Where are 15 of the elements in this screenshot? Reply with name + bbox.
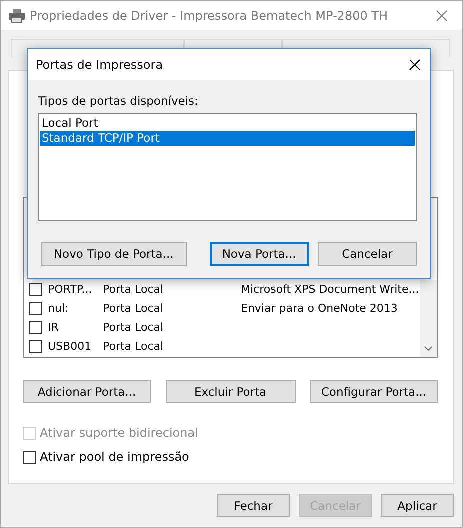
table-cell-text: Porta Local	[103, 340, 165, 353]
table-cell: Microsoft XPS Document Write...	[241, 283, 420, 296]
table-cell-text: Porta Local	[103, 302, 165, 315]
dialog-title: Portas de Impressora	[36, 58, 164, 72]
list-label: Tipos de portas disponíveis:	[38, 94, 200, 109]
table-cell-text: IR	[48, 321, 60, 334]
table-cell: Enviar para o OneNote 2013	[241, 302, 398, 315]
table-cell-text: PORTP...	[48, 283, 94, 296]
table-cell-text: Porta Local	[103, 283, 165, 296]
checkbox-label: Ativar suporte bidirecional	[40, 426, 198, 440]
table-cell-text: Porta Local	[103, 321, 165, 334]
checkbox-label: Ativar pool de impressão	[40, 450, 190, 464]
window-title: Propriedades de Driver - Impressora Bematech MP-2800 TH	[30, 8, 390, 22]
table-cell-text: USB001	[48, 340, 93, 353]
table-cell-text: nul:	[48, 302, 70, 315]
